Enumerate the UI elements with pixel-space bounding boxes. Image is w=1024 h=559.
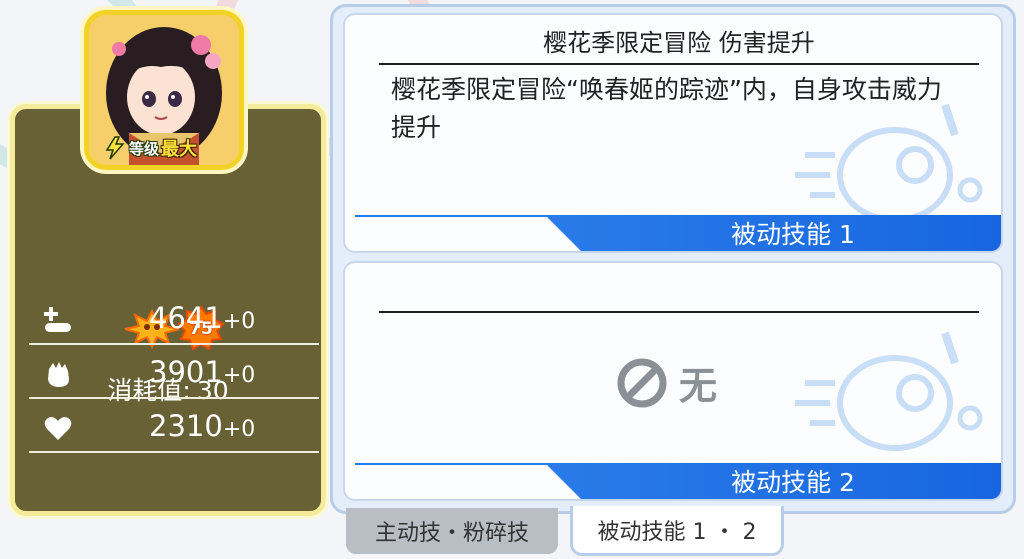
level-value: 最大 bbox=[161, 139, 198, 160]
passive-skill-1-label: 被动技能 1 bbox=[731, 220, 855, 249]
character-portrait: 等级 最大 bbox=[89, 15, 239, 165]
stat-hp-value: 4641 bbox=[149, 301, 223, 335]
passive-skill-1-ribbon: 被动技能 1 bbox=[355, 215, 1001, 251]
skill-panel: 樱花季限定冒险 伤害提升 樱花季限定冒险“唤春姬的踪迹”内，自身攻击威力提升 被… bbox=[330, 4, 1016, 514]
stat-heal-value: 2310 bbox=[149, 409, 223, 443]
heart-icon bbox=[44, 417, 72, 440]
character-portrait-frame[interactable]: 等级 最大 bbox=[84, 10, 244, 170]
stat-attack-bonus: +0 bbox=[222, 363, 256, 388]
prohibited-icon bbox=[617, 358, 667, 407]
lightning-level-icon bbox=[105, 136, 125, 160]
tab-active-skill[interactable]: 主动技・粉碎技 bbox=[346, 508, 558, 554]
passive-skill-2-label: 被动技能 2 bbox=[731, 468, 855, 497]
passive-skill-1-title: 樱花季限定冒险 伤害提升 bbox=[379, 23, 979, 65]
level-badge: 等级 最大 bbox=[103, 135, 197, 161]
no-skill-label: 无 bbox=[679, 364, 718, 408]
stat-row-hp: 4641+0 bbox=[29, 295, 319, 345]
level-label: 等级 bbox=[129, 139, 160, 158]
passive-skill-2-card: 无 被动技能 2 bbox=[343, 261, 1003, 501]
stat-row-heal: 2310+0 bbox=[29, 403, 319, 453]
passive-skill-1-description: 樱花季限定冒险“唤春姬的踪迹”内，自身攻击威力提升 bbox=[391, 75, 942, 142]
passive-skill-2-title bbox=[379, 271, 979, 313]
stat-attack-value: 3901 bbox=[149, 355, 223, 389]
stat-heal-bonus: +0 bbox=[222, 417, 256, 442]
stat-row-attack: 3901+0 bbox=[29, 349, 319, 399]
passive-skill-1-card: 樱花季限定冒险 伤害提升 樱花季限定冒险“唤春姬的踪迹”内，自身攻击威力提升 被… bbox=[343, 13, 1003, 253]
stat-hp-bonus: +0 bbox=[222, 309, 256, 334]
no-skill-indicator: 无 bbox=[615, 355, 717, 410]
passive-skill-2-ribbon: 被动技能 2 bbox=[355, 463, 1001, 499]
hp-plus-icon bbox=[44, 307, 71, 332]
fist-attack-icon bbox=[48, 362, 69, 387]
mascot-watermark-icon bbox=[795, 331, 983, 451]
tab-passive-skills[interactable]: 被动技能 1 ・ 2 bbox=[570, 506, 784, 556]
